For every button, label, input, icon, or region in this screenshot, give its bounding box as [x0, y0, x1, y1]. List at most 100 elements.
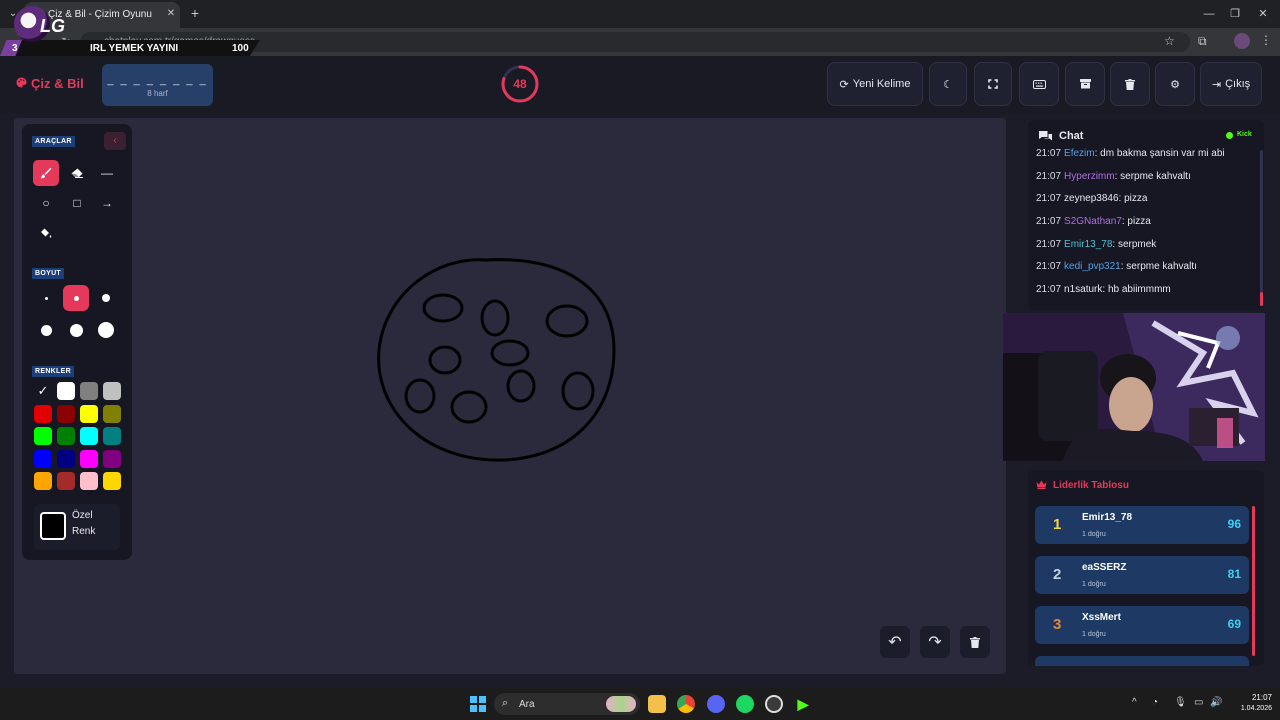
leaderboard-row[interactable]: 2 eaSSERZ 1 doğru 81: [1035, 556, 1249, 594]
eraser-tool[interactable]: [64, 160, 90, 186]
window-maximize-button[interactable]: ❐: [1222, 4, 1248, 24]
color-swatch[interactable]: [80, 472, 98, 490]
color-swatch[interactable]: [57, 472, 75, 490]
undo-button[interactable]: ↶: [880, 626, 910, 658]
file-explorer-icon[interactable]: [648, 695, 666, 713]
check-icon: ✓: [37, 383, 49, 398]
extensions-icon[interactable]: ⧉: [1198, 34, 1207, 49]
obs-icon[interactable]: [765, 695, 783, 713]
size-option-6[interactable]: [93, 317, 119, 343]
color-swatch[interactable]: [103, 449, 121, 468]
color-swatch[interactable]: [34, 472, 52, 490]
taskbar-search[interactable]: ⌕ Ara: [494, 693, 640, 715]
profile-avatar[interactable]: [1234, 33, 1250, 49]
browser-menu-icon[interactable]: ⋮: [1260, 33, 1272, 47]
drawing-canvas[interactable]: [14, 118, 1006, 674]
color-swatch[interactable]: [103, 472, 121, 490]
message-user[interactable]: Efezim: [1064, 148, 1095, 159]
tray-app-icon[interactable]: ◔: [1152, 697, 1158, 708]
clock-time[interactable]: 21:07: [1234, 693, 1272, 702]
color-swatch[interactable]: [80, 382, 98, 400]
size-option-3[interactable]: [93, 285, 119, 311]
message-user[interactable]: Hyperzimm: [1064, 171, 1115, 182]
message-user[interactable]: n1saturk: [1064, 284, 1102, 295]
size-option-4[interactable]: [33, 317, 59, 343]
fill-tool[interactable]: [33, 220, 59, 246]
window-minimize-button[interactable]: —: [1196, 4, 1222, 24]
color-swatch[interactable]: [34, 427, 52, 445]
microphone-icon[interactable]: 🎙: [1174, 697, 1187, 708]
spotify-icon[interactable]: [736, 695, 754, 713]
keyboard-button[interactable]: [1019, 62, 1059, 106]
leaderboard-correct-count: 1 doğru: [1082, 581, 1106, 588]
message-user[interactable]: Emir13_78: [1064, 239, 1112, 250]
chrome-icon[interactable]: [677, 695, 695, 713]
color-swatch[interactable]: ✓: [34, 382, 52, 400]
message-time: 21:07: [1036, 148, 1062, 159]
clear-canvas-button[interactable]: [960, 626, 990, 658]
arrow-tool[interactable]: →: [94, 190, 120, 216]
color-swatch[interactable]: [80, 427, 98, 445]
chip: [490, 339, 530, 367]
color-swatch[interactable]: [34, 404, 52, 423]
discord-icon[interactable]: [707, 695, 725, 713]
archive-button[interactable]: [1065, 62, 1105, 106]
leaderboard-correct-count: 1 doğru: [1082, 631, 1106, 638]
timer-value: 48: [513, 77, 527, 91]
message-user[interactable]: zeynep3846: [1064, 193, 1119, 204]
kick-icon[interactable]: ▶: [794, 695, 812, 713]
message-user[interactable]: S2GNathan7: [1064, 216, 1122, 227]
color-swatch[interactable]: [103, 382, 121, 400]
color-swatch[interactable]: [80, 404, 98, 423]
size-option-1[interactable]: [33, 285, 59, 311]
redo-button[interactable]: ↷: [920, 626, 950, 658]
size-dot: [102, 294, 110, 302]
window-close-button[interactable]: ✕: [1250, 4, 1276, 24]
brush-tool[interactable]: [33, 160, 59, 186]
chat-scrollbar-thumb[interactable]: [1260, 292, 1263, 306]
color-swatch[interactable]: [103, 427, 121, 445]
line-tool[interactable]: —: [94, 160, 120, 186]
leaderboard-row[interactable]: 1 Emir13_78 1 doğru 96: [1035, 506, 1249, 544]
message-user[interactable]: kedi_pvp321: [1064, 261, 1121, 272]
color-swatch[interactable]: [103, 404, 121, 423]
bookmark-star-icon[interactable]: ☆: [1164, 34, 1175, 48]
leaderboard-score: 81: [1227, 567, 1241, 581]
brand[interactable]: Çiz & Bil: [16, 76, 84, 91]
message-time: 21:07: [1036, 216, 1062, 228]
volume-icon[interactable]: 🔊: [1210, 697, 1222, 708]
trash-button[interactable]: [1110, 62, 1150, 106]
fullscreen-button[interactable]: [974, 62, 1012, 106]
color-swatch[interactable]: [57, 404, 75, 423]
trash-icon: [970, 636, 980, 648]
chat-scrollbar[interactable]: [1260, 150, 1263, 306]
size-option-5[interactable]: [63, 317, 89, 343]
dark-mode-button[interactable]: ☾: [929, 62, 967, 106]
leaderboard-scrollbar[interactable]: [1252, 506, 1255, 656]
windows-start-icon[interactable]: [470, 696, 486, 712]
color-swatch[interactable]: [57, 427, 75, 445]
chip: [428, 345, 462, 375]
circle-tool[interactable]: ○: [33, 190, 59, 216]
exit-button[interactable]: ⇥ Çıkış: [1200, 62, 1262, 106]
chat-bubbles-icon: [1038, 130, 1053, 142]
leaderboard-row[interactable]: 3 XssMert 1 doğru 69: [1035, 606, 1249, 644]
color-swatch[interactable]: [57, 382, 75, 400]
clock-date[interactable]: 1.04.2026: [1222, 705, 1272, 712]
color-swatch[interactable]: [34, 449, 52, 468]
color-swatch[interactable]: [80, 449, 98, 468]
tray-overflow-icon[interactable]: ^: [1132, 697, 1137, 708]
leaderboard-correct-count: 1 doğru: [1082, 531, 1106, 538]
custom-color-button[interactable]: Özel Renk: [34, 504, 120, 550]
new-word-button[interactable]: ⟳ Yeni Kelime: [827, 62, 923, 106]
collapse-panel-button[interactable]: ‹: [104, 132, 126, 150]
size-dot: [40, 324, 52, 336]
color-swatch[interactable]: [57, 449, 75, 468]
brand-name: Çiz & Bil: [31, 76, 84, 91]
refresh-icon: ⟳: [839, 78, 849, 91]
size-option-2[interactable]: [63, 285, 89, 311]
network-icon[interactable]: ▭: [1194, 697, 1203, 708]
settings-button[interactable]: ⚙: [1155, 62, 1195, 106]
leaderboard-row[interactable]: [1035, 656, 1249, 666]
rectangle-tool[interactable]: □: [64, 190, 90, 216]
